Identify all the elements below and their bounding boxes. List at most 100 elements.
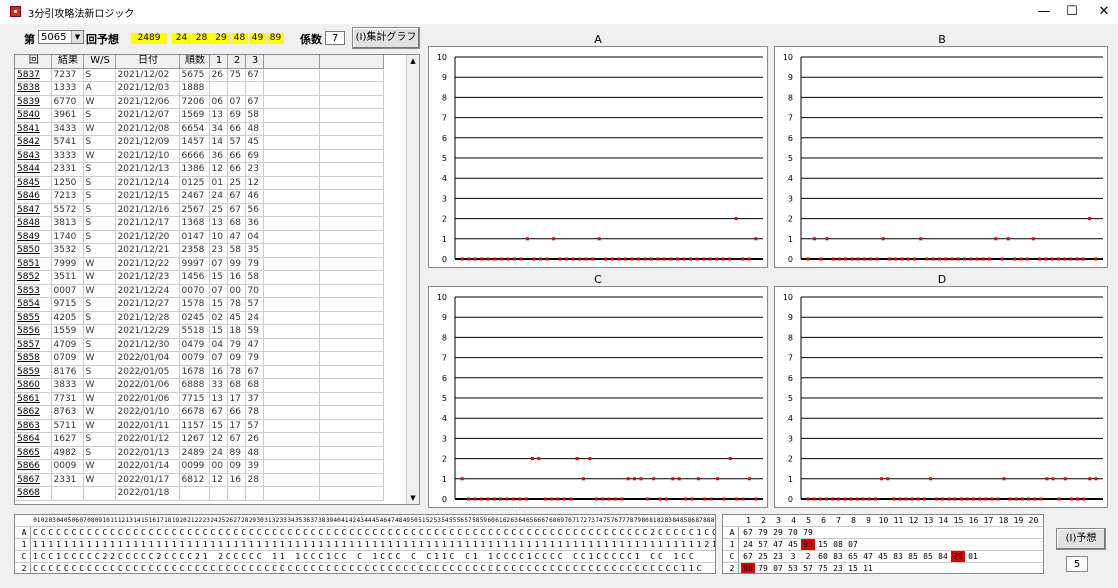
- table-cell[interactable]: 9715: [51, 297, 84, 312]
- table-cell[interactable]: 99: [227, 257, 246, 271]
- row-number[interactable]: 5845: [15, 176, 52, 190]
- table-cell[interactable]: S: [83, 176, 116, 190]
- table-row[interactable]: 5856 1559 W 2021/12/29 5518 15 18 59: [15, 324, 384, 339]
- table-cell[interactable]: 2567: [179, 203, 210, 217]
- table-cell[interactable]: 5741: [51, 135, 84, 150]
- table-row[interactable]: 5850 3532 S 2021/12/21 2358 23 58 35: [15, 243, 384, 258]
- table-cell[interactable]: 00: [227, 284, 246, 298]
- table-cell[interactable]: 7715: [179, 392, 210, 406]
- table-cell[interactable]: 2489: [179, 446, 210, 460]
- table-cell[interactable]: 0479: [179, 338, 210, 352]
- row-number[interactable]: 5847: [15, 203, 52, 217]
- table-cell[interactable]: 2021/12/16: [115, 203, 180, 217]
- grid-row[interactable]: 2 CCCCCCCCCCCCCCCCCCCCCCCCCCCCCCCCCCCCCCC…: [15, 563, 715, 573]
- maximize-button[interactable]: ☐: [1054, 2, 1090, 22]
- table-cell[interactable]: 6770: [51, 95, 84, 109]
- table-cell[interactable]: 2021/12/20: [115, 230, 180, 244]
- table-cell[interactable]: 4205: [51, 311, 84, 325]
- table-cell[interactable]: 12: [209, 473, 228, 487]
- table-cell[interactable]: 24: [245, 311, 264, 325]
- table-cell[interactable]: 2022/01/11: [115, 419, 180, 433]
- table-cell[interactable]: 1157: [179, 419, 210, 433]
- table-cell[interactable]: 23: [209, 243, 228, 258]
- table-cell[interactable]: 14: [209, 135, 228, 150]
- row-number[interactable]: 5855: [15, 311, 52, 325]
- table-row[interactable]: 5861 7731 W 2022/01/06 7715 13 17 37: [15, 392, 384, 406]
- table-cell[interactable]: 00: [209, 459, 228, 474]
- row-number[interactable]: 5842: [15, 135, 52, 150]
- scroll-up-icon[interactable]: ▲: [407, 55, 419, 67]
- table-row[interactable]: 5852 3511 W 2021/12/23 1456 15 16 58: [15, 270, 384, 285]
- row-number[interactable]: 5857: [15, 338, 52, 352]
- table-cell[interactable]: 78: [227, 297, 246, 312]
- table-cell[interactable]: 01: [209, 176, 228, 190]
- table-cell[interactable]: 7237: [51, 68, 84, 82]
- table-cell[interactable]: 13: [209, 392, 228, 406]
- close-button[interactable]: ✕: [1086, 2, 1118, 22]
- table-cell[interactable]: W: [83, 149, 116, 163]
- table-cell[interactable]: S: [83, 446, 116, 460]
- col-header[interactable]: 2: [227, 55, 246, 69]
- row-number[interactable]: 5860: [15, 378, 52, 393]
- table-row[interactable]: 5845 1250 S 2021/12/14 0125 01 25 12: [15, 176, 384, 190]
- table-cell[interactable]: 2021/12/07: [115, 108, 180, 123]
- table-cell[interactable]: 0007: [51, 284, 84, 298]
- table-row[interactable]: 5862 8763 W 2022/01/10 6678 67 66 78: [15, 405, 384, 420]
- table-cell[interactable]: [179, 486, 210, 501]
- row-number[interactable]: 5856: [15, 324, 52, 339]
- table-cell[interactable]: 2021/12/22: [115, 257, 180, 271]
- table-cell[interactable]: S: [83, 243, 116, 258]
- table-cell[interactable]: 57: [227, 135, 246, 150]
- table-cell[interactable]: 5572: [51, 203, 84, 217]
- table-cell[interactable]: 13: [209, 216, 228, 231]
- table-cell[interactable]: 3532: [51, 243, 84, 258]
- table-cell[interactable]: 1267: [179, 432, 210, 447]
- table-cell[interactable]: 2021/12/14: [115, 176, 180, 190]
- table-cell[interactable]: 2021/12/21: [115, 243, 180, 258]
- table-cell[interactable]: W: [83, 284, 116, 298]
- row-number[interactable]: 5848: [15, 216, 52, 231]
- table-cell[interactable]: 2022/01/06: [115, 392, 180, 406]
- table-cell[interactable]: 2021/12/23: [115, 270, 180, 285]
- coef-input[interactable]: 7: [325, 31, 345, 45]
- table-cell[interactable]: 2021/12/29: [115, 324, 180, 339]
- row-number[interactable]: 5853: [15, 284, 52, 298]
- row-number[interactable]: 5844: [15, 162, 52, 177]
- table-cell[interactable]: 45: [227, 311, 246, 325]
- vertical-scrollbar[interactable]: ▲ ▼: [406, 55, 419, 504]
- draw-select[interactable]: 5065 ▼: [38, 30, 84, 44]
- table-cell[interactable]: W: [83, 95, 116, 109]
- table-cell[interactable]: 39: [245, 459, 264, 474]
- row-number[interactable]: 5837: [15, 68, 52, 82]
- row-number[interactable]: 5859: [15, 365, 52, 379]
- table-row[interactable]: 5868 2022/01/18: [15, 486, 384, 501]
- table-cell[interactable]: 6666: [179, 149, 210, 163]
- table-cell[interactable]: S: [83, 230, 116, 244]
- table-cell[interactable]: 2022/01/14: [115, 459, 180, 474]
- table-cell[interactable]: 1250: [51, 176, 84, 190]
- table-cell[interactable]: 2358: [179, 243, 210, 258]
- table-cell[interactable]: 68: [227, 216, 246, 231]
- table-cell[interactable]: 2021/12/15: [115, 189, 180, 204]
- table-cell[interactable]: 58: [245, 270, 264, 285]
- table-cell[interactable]: 7731: [51, 392, 84, 406]
- table-cell[interactable]: 3833: [51, 378, 84, 393]
- table-cell[interactable]: 6654: [179, 122, 210, 136]
- row-number[interactable]: 5839: [15, 95, 52, 109]
- table-cell[interactable]: 1740: [51, 230, 84, 244]
- col-header[interactable]: 1: [209, 55, 228, 69]
- col-header[interactable]: 日付: [115, 55, 180, 69]
- table-cell[interactable]: S: [83, 311, 116, 325]
- table-cell[interactable]: 2467: [179, 189, 210, 204]
- table-cell[interactable]: A: [83, 81, 116, 96]
- table-cell[interactable]: 2022/01/06: [115, 378, 180, 393]
- table-cell[interactable]: 79: [245, 351, 264, 366]
- table-cell[interactable]: 67: [209, 405, 228, 420]
- table-cell[interactable]: 1569: [179, 108, 210, 123]
- table-cell[interactable]: 0125: [179, 176, 210, 190]
- table-cell[interactable]: S: [83, 297, 116, 312]
- table-cell[interactable]: S: [83, 108, 116, 123]
- chevron-down-icon[interactable]: ▼: [71, 31, 83, 43]
- table-cell[interactable]: 1678: [179, 365, 210, 379]
- table-cell[interactable]: [209, 486, 228, 501]
